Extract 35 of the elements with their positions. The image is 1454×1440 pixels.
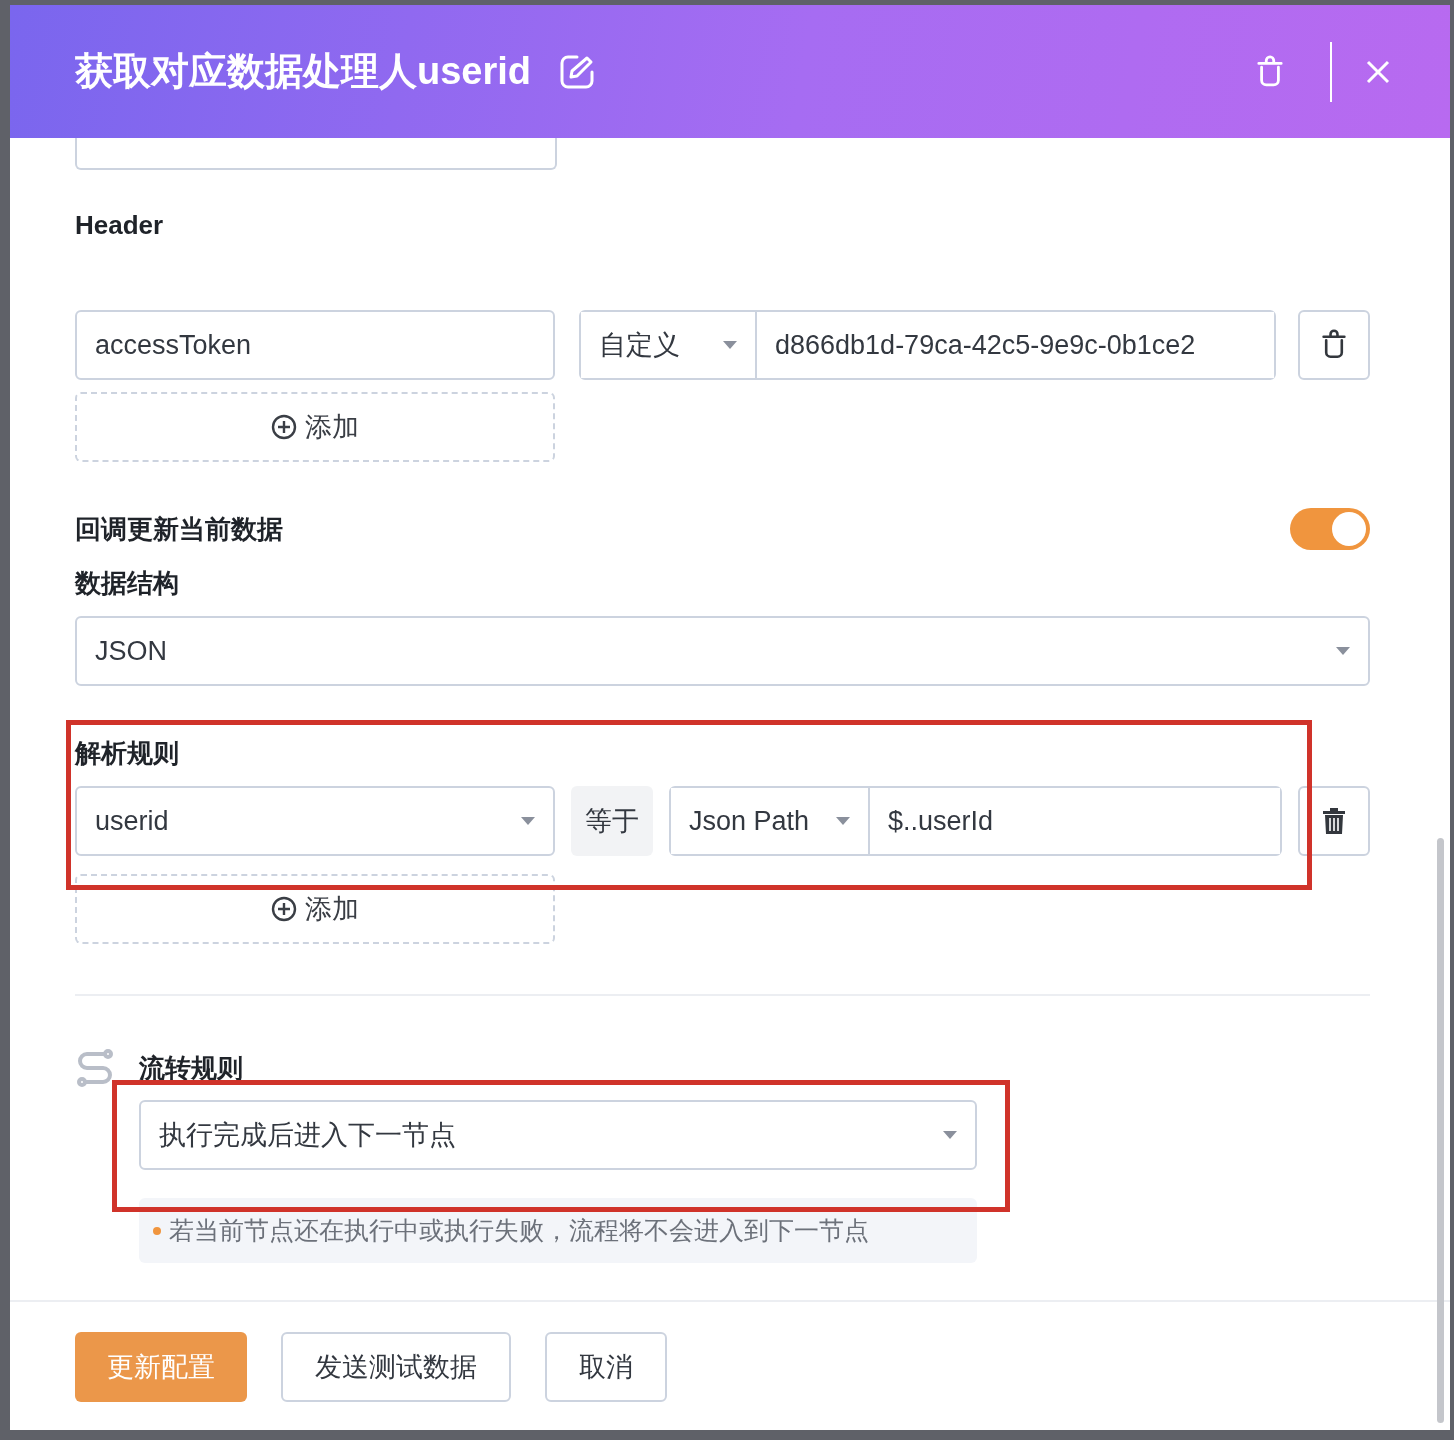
edit-button[interactable] bbox=[559, 53, 596, 90]
close-button[interactable] bbox=[1366, 59, 1390, 84]
caret-icon bbox=[1336, 647, 1350, 655]
route-icon bbox=[75, 1048, 115, 1088]
dialog-title: 获取对应数据处理人userid bbox=[75, 49, 532, 94]
action-button[interactable]: 发送测试数据 bbox=[281, 1332, 511, 1402]
edit-icon bbox=[559, 53, 596, 90]
input-field[interactable]: accessToken bbox=[75, 310, 555, 380]
select-field[interactable] bbox=[75, 138, 557, 170]
add-button[interactable]: 添加 bbox=[75, 392, 555, 462]
operator-label: 等于 bbox=[571, 786, 653, 856]
hint-text: 若当前节点还在执行中或执行失败，流程将不会进入到下一节点 bbox=[169, 1215, 869, 1246]
select-field[interactable]: 执行完成后进入下一节点 bbox=[139, 1100, 977, 1170]
trash-icon bbox=[1256, 54, 1284, 89]
delete-button[interactable] bbox=[1298, 310, 1370, 380]
select-field[interactable]: userid bbox=[75, 786, 555, 856]
trash-icon bbox=[1321, 329, 1347, 361]
section-label: 解析规则 bbox=[75, 738, 180, 768]
add-button[interactable]: 添加 bbox=[75, 874, 555, 944]
toggle-switch[interactable] bbox=[1290, 508, 1370, 550]
field-label: 数据结构 bbox=[75, 568, 180, 598]
plus-circle-icon bbox=[271, 896, 297, 922]
plus-circle-icon bbox=[271, 414, 297, 440]
field-label: 回调更新当前数据 bbox=[75, 514, 283, 544]
section-label: 流转规则 bbox=[139, 1053, 243, 1083]
caret-icon bbox=[521, 817, 535, 825]
action-button[interactable]: 取消 bbox=[545, 1332, 667, 1402]
bullet-icon bbox=[153, 1226, 161, 1235]
delete-button[interactable] bbox=[1298, 786, 1370, 856]
section-label: Header bbox=[75, 210, 165, 240]
trash-icon bbox=[1322, 807, 1346, 835]
caret-icon bbox=[943, 1131, 957, 1139]
close-icon bbox=[1366, 59, 1390, 84]
scrollbar[interactable] bbox=[1437, 838, 1444, 1423]
select-field[interactable]: JSON bbox=[75, 616, 1370, 686]
